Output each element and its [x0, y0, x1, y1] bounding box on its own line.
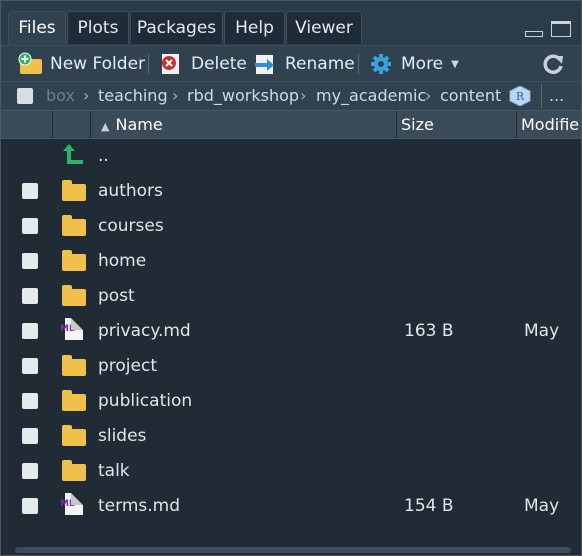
- table-row[interactable]: talk: [1, 454, 581, 489]
- folder-icon: [62, 355, 86, 376]
- refresh-icon: [541, 52, 565, 76]
- table-row[interactable]: slides: [1, 419, 581, 454]
- svg-text:R: R: [516, 90, 525, 103]
- row-checkbox[interactable]: [22, 358, 38, 374]
- file-name[interactable]: ..: [98, 139, 109, 174]
- file-name[interactable]: terms.md: [98, 489, 180, 524]
- row-checkbox[interactable]: [22, 288, 38, 304]
- breadcrumb: box › teaching › rbd_workshop › my_acade…: [1, 81, 581, 110]
- chevron-right-icon: ›: [172, 86, 179, 105]
- file-name[interactable]: authors: [98, 174, 163, 209]
- file-name[interactable]: home: [98, 244, 146, 279]
- icon-column: [53, 111, 91, 138]
- tab-plots[interactable]: Plots: [67, 11, 129, 44]
- sort-ascending-icon: ▲: [101, 120, 110, 133]
- chevron-right-icon: ›: [425, 86, 432, 105]
- breadcrumb-overflow-button[interactable]: ...: [549, 82, 564, 110]
- r-project-icon[interactable]: R: [509, 85, 531, 107]
- file-name[interactable]: project: [98, 349, 157, 384]
- file-size: 163 B: [404, 321, 454, 341]
- tab-help[interactable]: Help: [224, 11, 285, 44]
- home-icon[interactable]: [17, 88, 33, 104]
- table-row[interactable]: post: [1, 279, 581, 314]
- folder-icon: [62, 250, 86, 271]
- table-row[interactable]: MD terms.md 154 B May: [1, 489, 581, 524]
- toolbar-divider: [148, 54, 149, 74]
- row-checkbox[interactable]: [22, 463, 38, 479]
- markdown-file-icon: MD: [60, 318, 86, 341]
- tab-files[interactable]: Files: [8, 11, 66, 46]
- horizontal-scrollbar[interactable]: [15, 547, 571, 553]
- folder-icon: [62, 180, 86, 201]
- file-name[interactable]: courses: [98, 209, 164, 244]
- rename-icon: [253, 52, 277, 76]
- table-row[interactable]: publication: [1, 384, 581, 419]
- tab-bar: Files Plots Packages Help Viewer: [1, 1, 581, 46]
- row-checkbox[interactable]: [22, 253, 38, 269]
- parent-directory-icon: [62, 144, 86, 166]
- tab-packages[interactable]: Packages: [130, 11, 223, 44]
- file-name[interactable]: post: [98, 279, 135, 314]
- delete-label: Delete: [191, 54, 247, 74]
- breadcrumb-item-teaching[interactable]: teaching: [98, 82, 168, 110]
- folder-icon: [62, 460, 86, 481]
- row-checkbox[interactable]: [22, 183, 38, 199]
- files-pane: Files Plots Packages Help Viewer New Fol…: [0, 0, 582, 556]
- new-folder-icon: [18, 52, 42, 76]
- gear-icon: [369, 52, 393, 76]
- table-row[interactable]: project: [1, 349, 581, 384]
- breadcrumb-divider: [541, 84, 542, 108]
- column-header-size[interactable]: Size: [397, 111, 517, 138]
- table-row[interactable]: home: [1, 244, 581, 279]
- markdown-file-icon: MD: [60, 493, 86, 516]
- more-label: More: [401, 54, 444, 74]
- table-row[interactable]: MD privacy.md 163 B May: [1, 314, 581, 349]
- row-checkbox[interactable]: [22, 393, 38, 409]
- delete-icon: [159, 52, 183, 76]
- column-header-name-label: Name: [115, 115, 163, 134]
- maximize-icon[interactable]: [551, 21, 571, 37]
- breadcrumb-item-box[interactable]: box: [46, 82, 75, 110]
- file-name[interactable]: talk: [98, 454, 130, 489]
- row-checkbox[interactable]: [22, 428, 38, 444]
- row-checkbox[interactable]: [22, 498, 38, 514]
- file-table-header: ▲ Name Size Modifie: [1, 110, 581, 139]
- file-modified: May: [524, 496, 560, 516]
- new-folder-button[interactable]: New Folder: [18, 46, 145, 82]
- breadcrumb-item-content[interactable]: content: [440, 82, 501, 110]
- folder-icon: [62, 390, 86, 411]
- chevron-right-icon: ›: [83, 86, 90, 105]
- row-checkbox[interactable]: [22, 323, 38, 339]
- file-size: 154 B: [404, 496, 454, 516]
- new-folder-label: New Folder: [50, 54, 146, 74]
- file-name[interactable]: privacy.md: [98, 314, 191, 349]
- folder-icon: [62, 215, 86, 236]
- folder-icon: [62, 285, 86, 306]
- more-button[interactable]: More ▼: [369, 46, 459, 82]
- minimize-icon[interactable]: [525, 31, 543, 37]
- chevron-right-icon: ›: [300, 86, 307, 105]
- folder-icon: [62, 425, 86, 446]
- caret-down-icon: ▼: [451, 58, 459, 70]
- tab-viewer[interactable]: Viewer: [286, 11, 362, 44]
- delete-button[interactable]: Delete: [159, 46, 247, 82]
- file-name[interactable]: publication: [98, 384, 192, 419]
- toolbar: New Folder Delete Rename More ▼: [1, 45, 581, 82]
- table-row[interactable]: authors: [1, 174, 581, 209]
- column-header-name[interactable]: ▲ Name: [91, 111, 397, 138]
- file-modified: May: [524, 321, 560, 341]
- toolbar-divider: [358, 54, 359, 74]
- refresh-button[interactable]: [541, 46, 573, 82]
- rename-button[interactable]: Rename: [253, 46, 355, 82]
- select-all-column[interactable]: [1, 111, 53, 138]
- breadcrumb-item-rbd-workshop[interactable]: rbd_workshop: [187, 82, 299, 110]
- file-name[interactable]: slides: [98, 419, 146, 454]
- column-header-modified[interactable]: Modifie: [517, 111, 581, 138]
- table-row[interactable]: courses: [1, 209, 581, 244]
- breadcrumb-item-my-academic[interactable]: my_academic: [316, 82, 426, 110]
- rename-label: Rename: [285, 54, 355, 74]
- parent-directory-row[interactable]: ..: [1, 139, 581, 174]
- row-checkbox[interactable]: [22, 218, 38, 234]
